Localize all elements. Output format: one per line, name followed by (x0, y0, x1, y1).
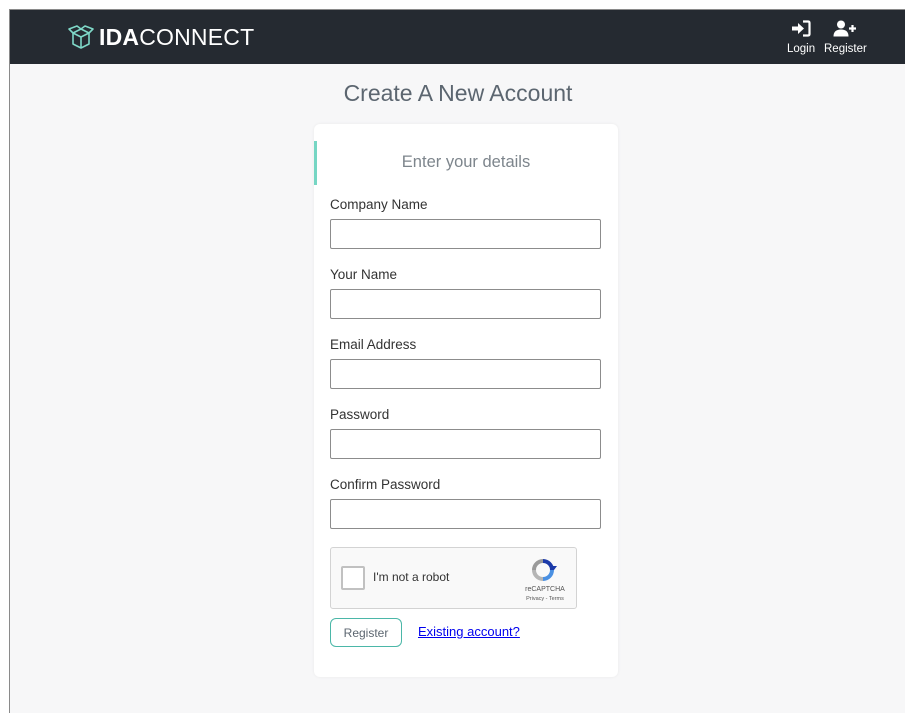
email-address-input[interactable] (330, 359, 601, 389)
confirm-password-input[interactable] (330, 499, 601, 529)
recaptcha-brand: reCAPTCHA (525, 586, 565, 593)
user-plus-icon (833, 20, 857, 42)
app-frame: IDACONNECT Login Register Create A New A… (9, 9, 905, 713)
brand-logo[interactable]: IDACONNECT (67, 22, 254, 52)
company-name-label: Company Name (330, 197, 428, 212)
register-form-card: Enter your details Company Name Your Nam… (314, 124, 618, 677)
form-subtitle: Enter your details (401, 153, 531, 171)
recaptcha-widget: I'm not a robot reCAPTCHA Privacy - Term… (330, 547, 577, 609)
your-name-label: Your Name (330, 267, 398, 282)
top-navbar: IDACONNECT Login Register (10, 10, 905, 64)
recaptcha-privacy-terms[interactable]: Privacy - Terms (515, 596, 575, 602)
brand-name-thin: CONNECT (139, 23, 255, 50)
recaptcha-label: I'm not a robot (373, 570, 450, 584)
email-address-label: Email Address (330, 337, 417, 352)
existing-account-link[interactable]: Existing account? (418, 624, 520, 639)
register-button[interactable]: Register (330, 618, 402, 647)
nav-register-button[interactable]: Register (824, 20, 867, 55)
sign-in-icon (791, 20, 811, 42)
your-name-input[interactable] (330, 289, 601, 319)
brand-name: IDACONNECT (99, 24, 254, 51)
box-outline-icon (67, 24, 95, 50)
recaptcha-logo-icon (528, 556, 558, 589)
nav-login-label: Login (787, 43, 816, 55)
password-label: Password (330, 407, 390, 422)
nav-login-button[interactable]: Login (787, 20, 815, 55)
nav-register-label: Register (824, 43, 867, 55)
page-title: Create A New Account (343, 80, 573, 106)
recaptcha-checkbox[interactable] (341, 566, 365, 590)
company-name-input[interactable] (330, 219, 601, 249)
brand-name-bold: IDA (99, 23, 140, 50)
password-input[interactable] (330, 429, 601, 459)
confirm-password-label: Confirm Password (330, 477, 441, 492)
